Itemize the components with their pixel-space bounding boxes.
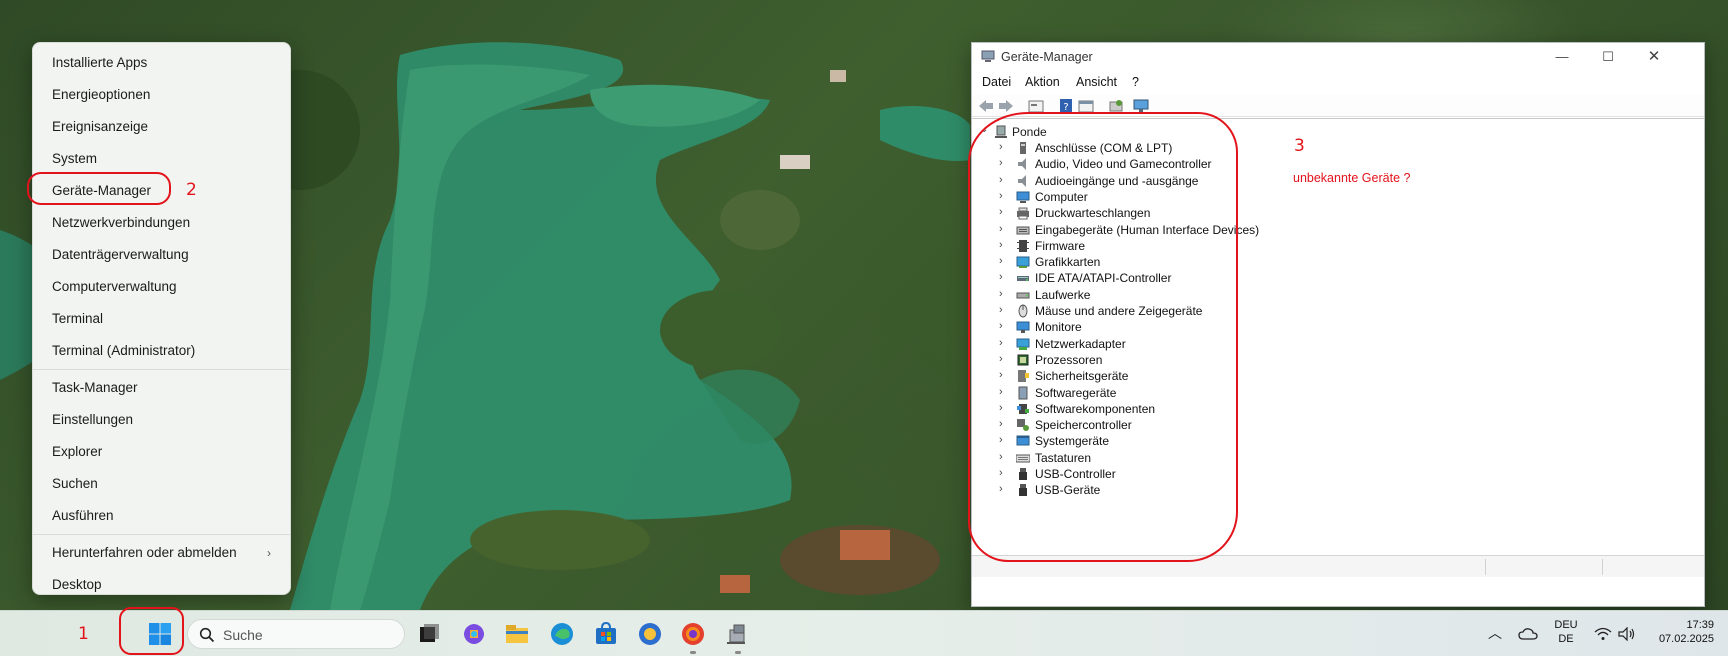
clock-time: 17:39 <box>1686 619 1714 631</box>
chevron-right-icon: › <box>267 546 271 560</box>
device-manager-running-indicator <box>735 651 741 654</box>
taskbar: Suche ︿ DEU DE 17:39 07.02.2025 <box>0 610 1728 656</box>
search-placeholder: Suche <box>223 627 263 643</box>
menu-item-explorer[interactable]: Explorer <box>38 436 285 468</box>
taskbar-search[interactable]: Suche <box>187 619 405 649</box>
menu-item-shutdown-label: Herunterfahren oder abmelden <box>52 545 237 560</box>
menu-item-system[interactable]: System <box>38 143 285 175</box>
menu-item-run[interactable]: Ausführen <box>38 500 285 532</box>
keyboard-layout: DE <box>1558 633 1574 645</box>
annotation-number-3: 3 <box>1294 136 1305 156</box>
minimize-button[interactable]: — <box>1539 43 1585 71</box>
annotation-oval-device-list <box>968 112 1238 562</box>
menu-divider <box>33 534 290 535</box>
menu-item-terminal[interactable]: Terminal <box>38 303 285 335</box>
edge-browser-icon[interactable] <box>549 621 575 647</box>
file-explorer-icon[interactable] <box>504 621 530 647</box>
language-code: DEU <box>1554 619 1578 631</box>
menu-bar: Datei Aktion Ansicht ? <box>972 71 1704 95</box>
weather-app-icon[interactable] <box>637 621 663 647</box>
menu-divider <box>33 369 290 370</box>
firefox-running-indicator <box>690 651 696 654</box>
close-button[interactable]: ✕ <box>1631 43 1677 71</box>
menu-item-task-manager[interactable]: Task-Manager <box>38 372 285 404</box>
microsoft-store-icon[interactable] <box>593 621 619 647</box>
annotation-number-1: 1 <box>78 624 89 644</box>
volume-icon[interactable] <box>1618 627 1636 641</box>
title-bar[interactable]: Geräte-Manager — ☐ ✕ <box>972 43 1704 71</box>
menu-aktion[interactable]: Aktion <box>1025 75 1060 89</box>
show-hidden-icons-chevron[interactable]: ︿ <box>1488 623 1502 643</box>
annotation-number-2: 2 <box>186 180 197 200</box>
copilot-icon[interactable] <box>461 621 487 647</box>
firefox-icon[interactable] <box>680 621 706 647</box>
menu-datei[interactable]: Datei <box>982 75 1011 89</box>
annotation-oval-start-button <box>119 607 184 655</box>
menu-item-settings[interactable]: Einstellungen <box>38 404 285 436</box>
device-manager-taskbar-icon[interactable] <box>725 621 751 647</box>
clock[interactable]: 17:39 07.02.2025 <box>1648 619 1714 645</box>
menu-item-search[interactable]: Suchen <box>38 468 285 500</box>
menu-item-disk-management[interactable]: Datenträgerverwaltung <box>38 239 285 271</box>
menu-item-computer-management[interactable]: Computerverwaltung <box>38 271 285 303</box>
menu-item-network-connections[interactable]: Netzwerkverbindungen <box>38 207 285 239</box>
menu-item-desktop[interactable]: Desktop <box>38 569 285 601</box>
menu-item-shutdown[interactable]: Herunterfahren oder abmelden › <box>38 537 285 569</box>
menu-help[interactable]: ? <box>1132 75 1139 89</box>
menu-item-terminal-admin[interactable]: Terminal (Administrator) <box>38 335 285 367</box>
back-arrow-icon[interactable] <box>977 98 995 114</box>
menu-ansicht[interactable]: Ansicht <box>1076 75 1117 89</box>
window-title: Geräte-Manager <box>1001 50 1093 64</box>
clock-date: 07.02.2025 <box>1658 633 1714 645</box>
input-language-indicator[interactable]: DEU DE <box>1554 619 1578 645</box>
wifi-icon[interactable] <box>1594 627 1612 641</box>
menu-item-installed-apps[interactable]: Installierte Apps <box>38 47 285 79</box>
winx-context-menu: Installierte Apps Energieoptionen Ereign… <box>32 42 291 595</box>
menu-item-event-viewer[interactable]: Ereignisanzeige <box>38 111 285 143</box>
menu-item-power-options[interactable]: Energieoptionen <box>38 79 285 111</box>
onedrive-cloud-icon[interactable] <box>1518 627 1538 641</box>
search-icon <box>199 627 215 643</box>
task-view-icon[interactable] <box>416 621 442 647</box>
device-manager-app-icon <box>981 50 995 62</box>
maximize-button[interactable]: ☐ <box>1585 43 1631 71</box>
annotation-note-unknown-devices: unbekannte Geräte ? <box>1293 171 1411 185</box>
annotation-oval-device-manager <box>27 172 171 205</box>
forward-arrow-icon[interactable] <box>997 98 1015 114</box>
